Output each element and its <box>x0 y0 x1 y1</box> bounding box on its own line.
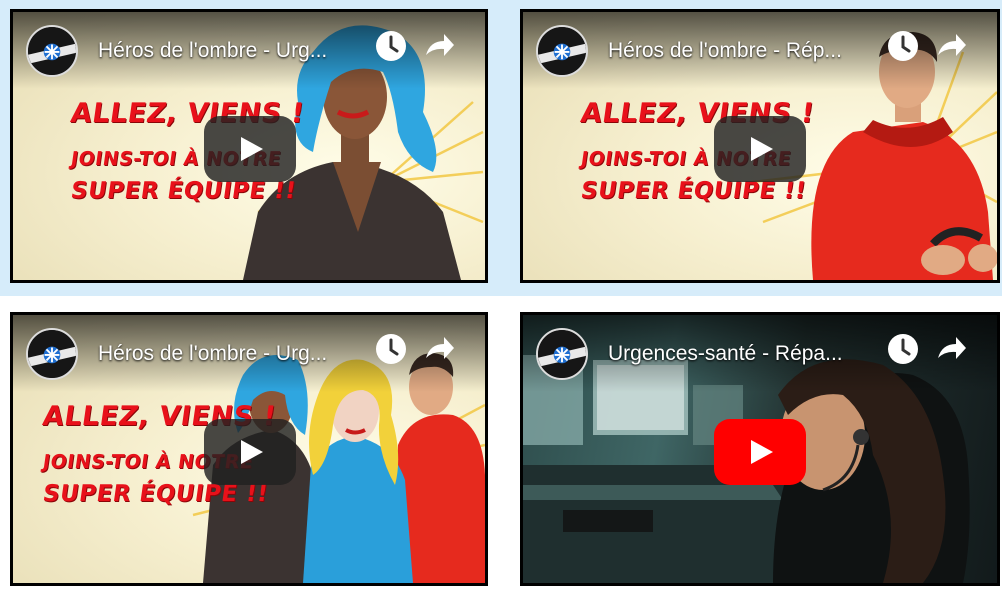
urgences-sante-logo-icon[interactable] <box>536 25 588 77</box>
urgences-sante-logo-icon[interactable] <box>26 328 78 380</box>
video-title[interactable]: Héros de l'ombre - Urg... <box>98 342 327 366</box>
video-embed-4[interactable]: Urgences-santé - Répa... <box>520 312 1000 586</box>
clock-icon[interactable] <box>886 332 920 366</box>
share-arrow-icon[interactable] <box>934 29 968 63</box>
share-arrow-icon[interactable] <box>422 332 456 366</box>
play-button[interactable] <box>714 116 806 182</box>
video-embed-3[interactable]: ALLEZ, VIENS ! JOINS-TOI À NOTRE SUPER É… <box>10 312 488 586</box>
share-arrow-icon[interactable] <box>934 332 968 366</box>
clock-icon[interactable] <box>374 332 408 366</box>
urgences-sante-logo-icon[interactable] <box>536 328 588 380</box>
video-title[interactable]: Héros de l'ombre - Urg... <box>98 39 327 63</box>
play-icon <box>751 137 773 161</box>
play-button[interactable] <box>204 419 296 485</box>
play-button[interactable] <box>204 116 296 182</box>
play-icon <box>241 440 263 464</box>
video-embed-2[interactable]: ALLEZ, VIENS ! JOINS-TOI À NOTRE SUPER É… <box>520 9 1000 283</box>
share-arrow-icon[interactable] <box>422 29 456 63</box>
video-title[interactable]: Urgences-santé - Répa... <box>608 342 843 366</box>
play-icon <box>241 137 263 161</box>
urgences-sante-logo-icon[interactable] <box>26 25 78 77</box>
play-button[interactable] <box>714 419 806 485</box>
clock-icon[interactable] <box>886 29 920 63</box>
video-title[interactable]: Héros de l'ombre - Rép... <box>608 39 842 63</box>
video-embed-1[interactable]: ALLEZ, VIENS ! JOINS-TOI À NOTRE SUPER É… <box>10 9 488 283</box>
clock-icon[interactable] <box>374 29 408 63</box>
play-icon <box>751 440 773 464</box>
